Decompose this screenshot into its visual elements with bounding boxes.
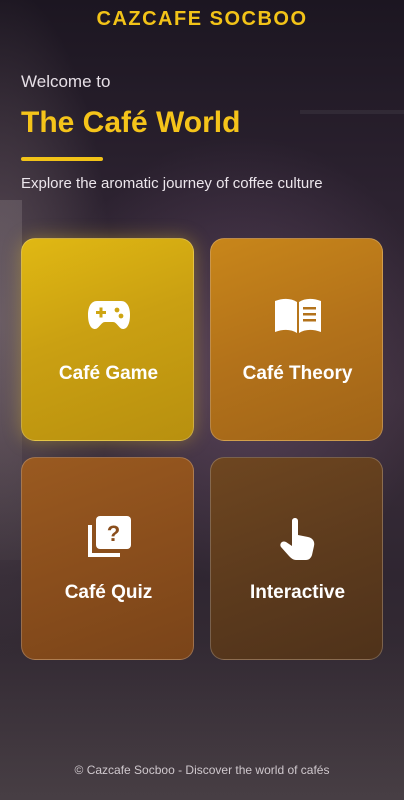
page-title: The Café World	[21, 106, 241, 139]
tap-hand-icon	[211, 515, 384, 561]
quiz-cards-icon: ?	[22, 515, 195, 559]
background-shelf	[300, 110, 404, 114]
cafe-quiz-label: Café Quiz	[64, 582, 153, 603]
interactive-label: Interactive	[249, 582, 346, 603]
cafe-quiz-card[interactable]: ? Café Quiz	[21, 457, 194, 660]
footer-copyright: © Cazcafe Socboo - Discover the world of…	[74, 763, 330, 777]
svg-text:?: ?	[106, 521, 119, 546]
gamepad-icon	[22, 297, 195, 331]
cafe-game-label: Café Game	[58, 363, 159, 384]
background-window	[0, 200, 22, 560]
page-subtitle: Explore the aromatic journey of coffee c…	[21, 175, 323, 192]
cafe-theory-card[interactable]: Café Theory	[210, 238, 383, 441]
app-brand: CAZCAFE SOCBOO	[96, 8, 308, 30]
open-book-icon	[211, 297, 384, 335]
cafe-game-card[interactable]: Café Game	[21, 238, 194, 441]
welcome-text: Welcome to	[21, 72, 111, 91]
interactive-card[interactable]: Interactive	[210, 457, 383, 660]
title-underline	[21, 157, 103, 161]
cafe-theory-label: Café Theory	[242, 363, 353, 384]
